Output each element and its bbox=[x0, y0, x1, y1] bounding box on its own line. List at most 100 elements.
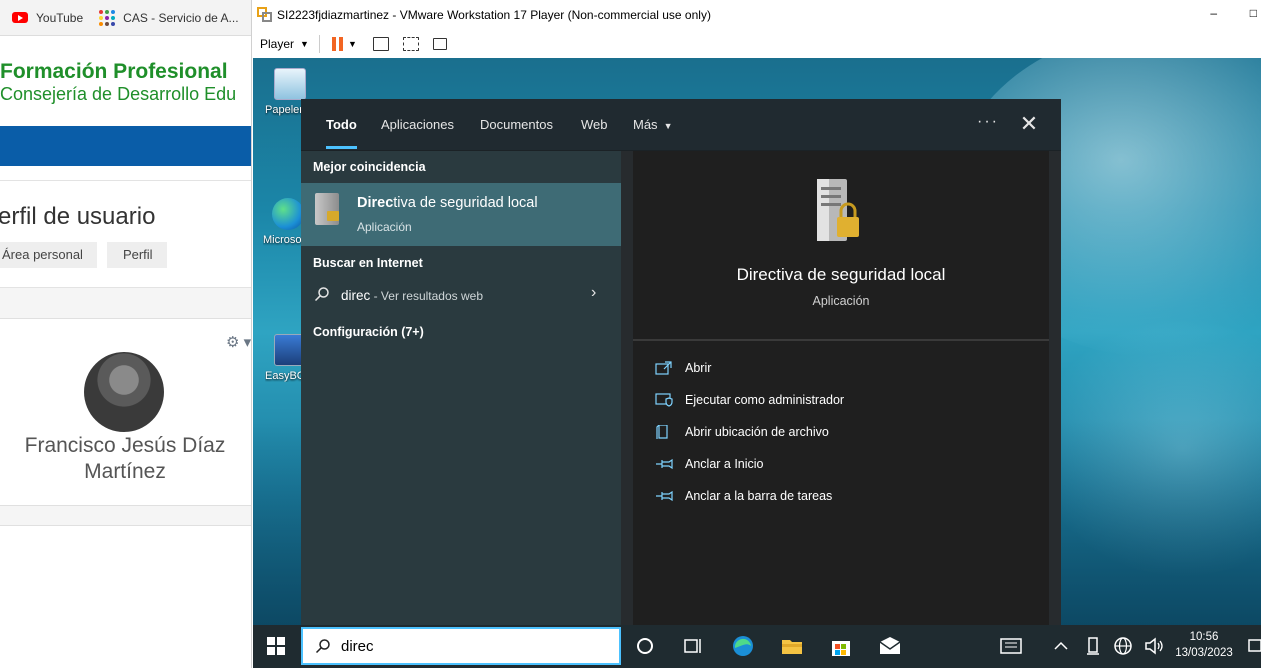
breadcrumb-item-perfil[interactable]: Perfil bbox=[106, 242, 167, 268]
spacer bbox=[0, 506, 251, 526]
clock-date: 13/03/2023 bbox=[1175, 647, 1233, 659]
section-header-best-match: Mejor coincidencia bbox=[313, 160, 426, 174]
recycle-bin-icon bbox=[274, 68, 306, 100]
action-run-as-admin[interactable]: Ejecutar como administrador bbox=[655, 390, 844, 410]
notifications-icon[interactable] bbox=[1247, 634, 1261, 658]
bookmark-label: YouTube bbox=[36, 10, 84, 25]
bookmark-cas[interactable]: CAS - Servicio de A... bbox=[99, 9, 239, 26]
caret-down-icon: ▼ bbox=[300, 39, 309, 49]
best-match-type: Aplicación bbox=[357, 220, 412, 234]
action-pin-taskbar[interactable]: Anclar a la barra de tareas bbox=[655, 486, 832, 506]
avatar bbox=[84, 352, 164, 432]
bookmark-youtube[interactable]: YouTube bbox=[12, 11, 83, 25]
taskbar: direc 10:56 13/03/2023 bbox=[253, 625, 1261, 668]
user-card: ⚙ ▾ Francisco Jesús Díaz Martínez bbox=[0, 318, 251, 506]
section-header-internet: Buscar en Internet bbox=[313, 256, 423, 270]
shield-admin-icon bbox=[655, 393, 673, 407]
more-options-button[interactable]: ··· bbox=[977, 113, 999, 131]
action-label: Anclar a Inicio bbox=[685, 457, 764, 471]
fullscreen-icon[interactable] bbox=[402, 37, 419, 51]
browser-pane: YouTube CAS - Servicio de A... Formación… bbox=[0, 0, 252, 668]
result-preview: Directiva de seguridad local Aplicación … bbox=[633, 151, 1049, 627]
tab-aplicaciones[interactable]: Aplicaciones bbox=[381, 99, 454, 151]
news-widget-icon[interactable] bbox=[999, 634, 1023, 658]
action-open-file-location[interactable]: Abrir ubicación de archivo bbox=[655, 422, 829, 442]
youtube-icon bbox=[12, 12, 28, 23]
bookmark-label: CAS - Servicio de A... bbox=[123, 10, 239, 25]
close-button[interactable]: ✕ bbox=[1019, 109, 1039, 139]
page-title: erfil de usuario bbox=[0, 203, 156, 230]
web-suffix: - Ver resultados web bbox=[370, 289, 483, 303]
window-title: SI2223fjdiazmartinez - VMware Workstatio… bbox=[277, 8, 711, 22]
search-tabs: Todo Aplicaciones Documentos Web Más ▼ ··… bbox=[301, 99, 1061, 151]
security-policy-icon bbox=[817, 179, 859, 241]
tab-mas[interactable]: Más ▼ bbox=[633, 99, 672, 151]
preview-title: Directiva de seguridad local bbox=[736, 265, 946, 284]
action-pin-start[interactable]: Anclar a Inicio bbox=[655, 454, 764, 474]
best-match-name: Directiva de seguridad local bbox=[357, 195, 538, 211]
breadcrumb: Área personal Perfil bbox=[0, 242, 177, 268]
pin-icon bbox=[656, 458, 673, 470]
minimize-button[interactable]: – bbox=[1210, 6, 1217, 20]
gear-icon[interactable]: ⚙ ▾ bbox=[226, 333, 251, 351]
site-title[interactable]: Formación Profesional bbox=[0, 60, 228, 84]
pin-taskbar-icon bbox=[656, 490, 673, 502]
action-label: Ejecutar como administrador bbox=[685, 393, 845, 407]
volume-icon[interactable] bbox=[1143, 634, 1167, 658]
screen: YouTube CAS - Servicio de A... Formación… bbox=[0, 0, 1261, 668]
preview-type: Aplicación bbox=[812, 294, 870, 308]
tab-todo[interactable]: Todo bbox=[326, 99, 357, 151]
mail-icon[interactable] bbox=[878, 634, 902, 658]
bookmarks-bar: YouTube CAS - Servicio de A... bbox=[0, 0, 251, 36]
web-search-result[interactable]: direc - Ver resultados web › bbox=[301, 281, 621, 313]
device-icon[interactable] bbox=[1081, 634, 1105, 658]
divider bbox=[318, 35, 320, 53]
send-ctrl-alt-del-icon[interactable] bbox=[372, 37, 389, 51]
spacer bbox=[0, 288, 251, 318]
web-result-text: direc - Ver resultados web bbox=[341, 288, 483, 303]
site-subtitle: Consejería de Desarrollo Edu bbox=[0, 84, 237, 104]
player-menu-label: Player bbox=[260, 37, 295, 51]
security-policy-icon bbox=[315, 193, 339, 225]
match-rest: tiva de seguridad local bbox=[393, 195, 538, 211]
divider bbox=[633, 339, 1049, 341]
edge-icon bbox=[272, 198, 304, 230]
user-name: Francisco Jesús Díaz Martínez bbox=[24, 434, 226, 483]
windows-start-icon[interactable] bbox=[267, 637, 285, 655]
pause-button[interactable] bbox=[331, 37, 346, 51]
caret-down-icon[interactable]: ▼ bbox=[348, 39, 357, 49]
chevron-right-icon: › bbox=[591, 284, 597, 301]
vmware-titlebar: SI2223fjdiazmartinez - VMware Workstatio… bbox=[253, 0, 1261, 30]
store-icon[interactable] bbox=[829, 634, 853, 658]
vmware-logo-icon bbox=[257, 7, 273, 23]
web-query: direc bbox=[341, 288, 371, 303]
search-icon bbox=[314, 287, 329, 302]
maximize-button[interactable]: □ bbox=[1250, 6, 1257, 20]
match-highlight: Direc bbox=[357, 195, 394, 211]
tab-mas-label: Más bbox=[633, 117, 658, 132]
tab-documentos[interactable]: Documentos bbox=[480, 99, 553, 151]
vmware-window: SI2223fjdiazmartinez - VMware Workstatio… bbox=[253, 0, 1261, 668]
task-view-icon[interactable] bbox=[681, 634, 705, 658]
search-results: Mejor coincidencia Directiva de segurida… bbox=[301, 151, 621, 627]
tab-web[interactable]: Web bbox=[581, 99, 608, 151]
best-match-result[interactable]: Directiva de seguridad local Aplicación bbox=[301, 183, 621, 246]
edge-icon[interactable] bbox=[731, 634, 755, 658]
clock-time: 10:56 bbox=[1189, 631, 1219, 643]
search-icon bbox=[315, 639, 330, 654]
taskbar-search-input[interactable]: direc bbox=[301, 627, 621, 665]
action-open[interactable]: Abrir bbox=[655, 358, 711, 378]
cas-icon bbox=[99, 9, 116, 26]
cortana-icon[interactable] bbox=[633, 634, 657, 658]
file-location-icon bbox=[656, 425, 668, 439]
start-search-panel: Todo Aplicaciones Documentos Web Más ▼ ··… bbox=[301, 99, 1061, 627]
breadcrumb-item-area-personal[interactable]: Área personal bbox=[0, 242, 97, 268]
chevron-up-icon[interactable] bbox=[1049, 634, 1073, 658]
section-header-settings[interactable]: Configuración (7+) bbox=[313, 325, 424, 339]
player-menu[interactable]: Player ▼ bbox=[260, 37, 309, 51]
action-label: Abrir ubicación de archivo bbox=[685, 425, 829, 439]
file-explorer-icon[interactable] bbox=[780, 634, 804, 658]
system-clock[interactable]: 10:56 13/03/2023 bbox=[1169, 629, 1239, 661]
network-icon[interactable] bbox=[1111, 634, 1135, 658]
unity-icon[interactable] bbox=[432, 38, 447, 50]
